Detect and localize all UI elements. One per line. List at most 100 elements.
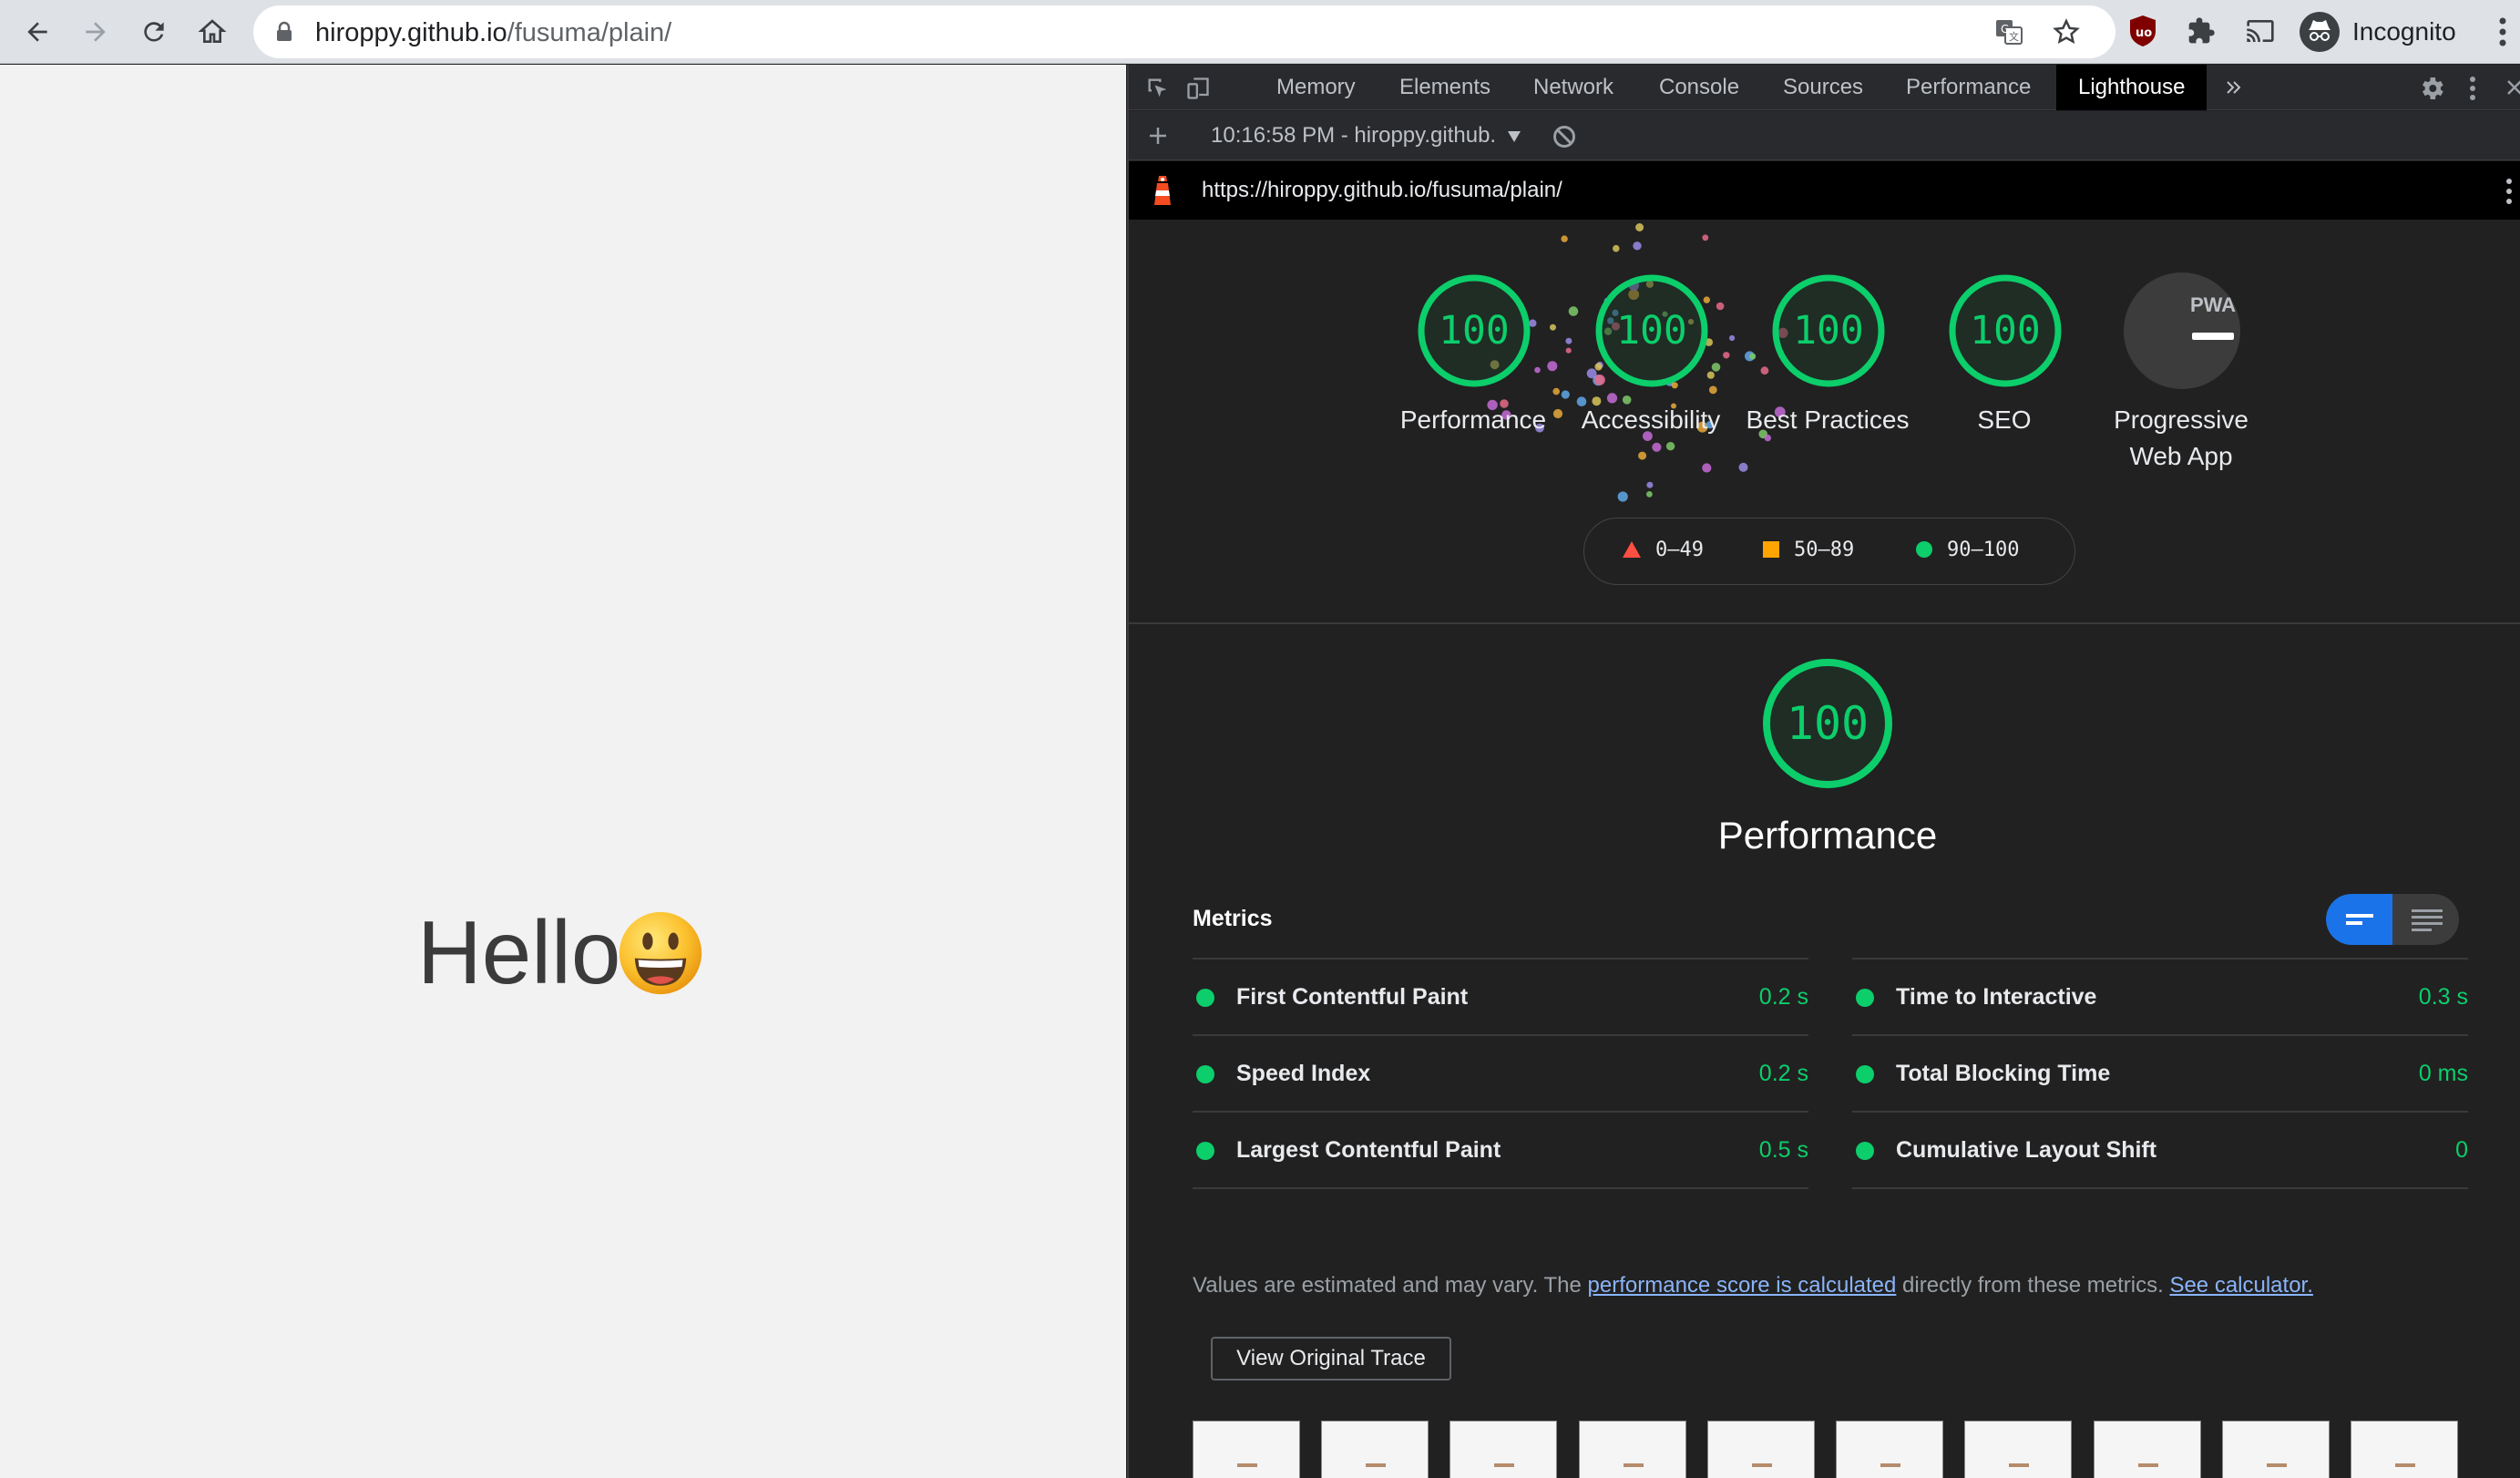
address-bar[interactable]: hiroppy.github.io/fusuma/plain/ G文 — [253, 5, 2115, 58]
pass-circle-icon — [1196, 1065, 1214, 1083]
filmstrip-frame — [1964, 1421, 2072, 1478]
incognito-profile-button[interactable]: Incognito — [2292, 6, 2474, 57]
lighthouse-url[interactable]: https://hiroppy.github.io/fusuma/plain/ — [1202, 178, 1562, 203]
gauge-label: SEO — [1977, 405, 2032, 434]
confetti-dot — [1638, 451, 1647, 460]
confetti-dot — [1716, 302, 1725, 311]
back-button[interactable] — [15, 9, 60, 55]
confetti-dot — [1633, 241, 1642, 251]
legend-average: 50–89 — [1763, 539, 1854, 561]
reload-button[interactable] — [131, 9, 177, 55]
ublock-origin-icon[interactable]: uo — [2128, 15, 2157, 47]
confetti-dot — [1561, 235, 1568, 242]
metric-label: Cumulative Layout Shift — [1896, 1137, 2157, 1163]
filmstrip-frame — [2094, 1421, 2201, 1478]
metric-value: 0.2 s — [1758, 1061, 1808, 1086]
confetti-dot — [1652, 442, 1662, 452]
back-arrow-icon — [27, 22, 47, 42]
legend-range: 90–100 — [1947, 539, 2020, 561]
filmstrip-frame — [1321, 1421, 1429, 1478]
tab-elements[interactable]: Elements — [1399, 65, 1490, 110]
confetti-dot — [1708, 385, 1717, 395]
legend-range: 0–49 — [1655, 539, 1704, 561]
device-toolbar-icon[interactable] — [1185, 76, 1211, 101]
browser-toolbar: hiroppy.github.io/fusuma/plain/ G文 uo In… — [0, 0, 2520, 64]
filmstrip-frame — [1579, 1421, 1686, 1478]
url-host: hiroppy.github.io — [315, 18, 507, 47]
metric-total-blocking-time[interactable]: Total Blocking Time 0 ms — [1852, 1034, 2468, 1111]
score-scale-legend: 0–49 50–89 90–100 — [1583, 518, 2075, 585]
dropdown-triangle-icon[interactable] — [1508, 131, 1521, 142]
new-report-plus-icon[interactable] — [1147, 125, 1169, 147]
pwa-badge-graphic: PWA — [2190, 293, 2236, 340]
confetti-dot — [1565, 337, 1572, 344]
confetti-dot — [1711, 363, 1721, 372]
see-calculator-link[interactable]: See calculator. — [2169, 1273, 2312, 1298]
extensions-puzzle-icon[interactable] — [2187, 16, 2216, 46]
triangle-icon — [1623, 541, 1641, 558]
pwa-badge-icon: PWA — [2124, 272, 2240, 389]
pwa-badge-text: PWA — [2190, 293, 2236, 316]
inspect-element-icon[interactable] — [1145, 76, 1171, 101]
incognito-label: Incognito — [2352, 17, 2456, 46]
forward-button[interactable] — [73, 9, 118, 55]
compact-view-option[interactable] — [2326, 894, 2392, 945]
svg-text:文: 文 — [2009, 30, 2019, 43]
devtools-tab-bar: Memory Elements Network Console Sources … — [1129, 65, 2520, 110]
metric-largest-contentful-paint[interactable]: Largest Contentful Paint 0.5 s — [1193, 1111, 1808, 1187]
metric-cumulative-layout-shift[interactable]: Cumulative Layout Shift 0 — [1852, 1111, 2468, 1187]
confetti-dot — [1617, 491, 1628, 502]
metrics-view-toggle[interactable] — [2326, 894, 2459, 945]
performance-score-link[interactable]: performance score is calculated — [1588, 1273, 1897, 1298]
category-score: 100 — [1786, 697, 1870, 750]
metric-value: 0.2 s — [1758, 984, 1808, 1010]
section-divider — [1129, 622, 2520, 624]
metric-speed-index[interactable]: Speed Index 0.2 s — [1193, 1034, 1808, 1111]
metric-first-contentful-paint[interactable]: First Contentful Paint 0.2 s — [1193, 958, 1808, 1034]
tab-network[interactable]: Network — [1533, 65, 1613, 110]
lighthouse-url-bar: https://hiroppy.github.io/fusuma/plain/ — [1129, 161, 2520, 220]
circle-icon — [1916, 541, 1932, 558]
clear-all-block-icon[interactable] — [1552, 124, 1577, 149]
report-menu-icon[interactable] — [2505, 178, 2514, 205]
confetti-dot — [1565, 347, 1572, 354]
confetti-dot — [1749, 353, 1757, 360]
cast-icon[interactable] — [2245, 16, 2276, 46]
tab-memory[interactable]: Memory — [1276, 65, 1356, 110]
metric-value: 0.3 s — [2418, 984, 2468, 1010]
filmstrip-frame — [2222, 1421, 2330, 1478]
tab-lighthouse[interactable]: Lighthouse — [2056, 65, 2208, 110]
tab-performance[interactable]: Performance — [1906, 65, 2031, 110]
devtools-menu-icon[interactable] — [2468, 76, 2477, 101]
pass-circle-icon — [1856, 1142, 1874, 1160]
pass-circle-icon — [1196, 1142, 1214, 1160]
svg-text:G: G — [2001, 23, 2009, 36]
expanded-view-icon[interactable] — [2412, 908, 2443, 931]
page-viewport: Hello — [0, 65, 1126, 1478]
bookmark-star-icon[interactable] — [2053, 18, 2080, 46]
lighthouse-report: 100 Performance 100 Accessibility 100 Be… — [1129, 220, 2520, 1478]
gauge-label: Accessibility — [1581, 405, 1721, 434]
filmstrip-frame — [1707, 1421, 1815, 1478]
settings-gear-icon[interactable] — [2417, 74, 2446, 103]
metric-time-to-interactive[interactable]: Time to Interactive 0.3 s — [1852, 958, 2468, 1034]
lock-icon — [277, 21, 292, 41]
confetti-dot — [1702, 463, 1712, 473]
metrics-divider — [1852, 1187, 2468, 1189]
confetti-dot — [1760, 366, 1769, 375]
filmstrip-frame — [2351, 1421, 2458, 1478]
report-selector[interactable]: 10:16:58 PM - hiroppy.github. — [1211, 123, 1496, 149]
grinning-face-icon — [619, 911, 702, 995]
lighthouse-toolbar: 10:16:58 PM - hiroppy.github. — [1129, 111, 2520, 160]
home-button[interactable] — [190, 9, 235, 55]
translate-icon[interactable]: G文 — [1995, 19, 2023, 45]
tab-console[interactable]: Console — [1659, 65, 1739, 110]
legend-range: 50–89 — [1794, 539, 1855, 561]
more-tabs-chevron-icon[interactable] — [2223, 77, 2245, 98]
tab-sources[interactable]: Sources — [1783, 65, 1863, 110]
view-original-trace-button[interactable]: View Original Trace — [1211, 1337, 1451, 1380]
devtools-panel: Memory Elements Network Console Sources … — [1127, 65, 2520, 1478]
close-devtools-icon[interactable] — [2505, 77, 2520, 98]
browser-menu-icon[interactable] — [2498, 16, 2507, 47]
confetti-dot — [1550, 323, 1556, 331]
